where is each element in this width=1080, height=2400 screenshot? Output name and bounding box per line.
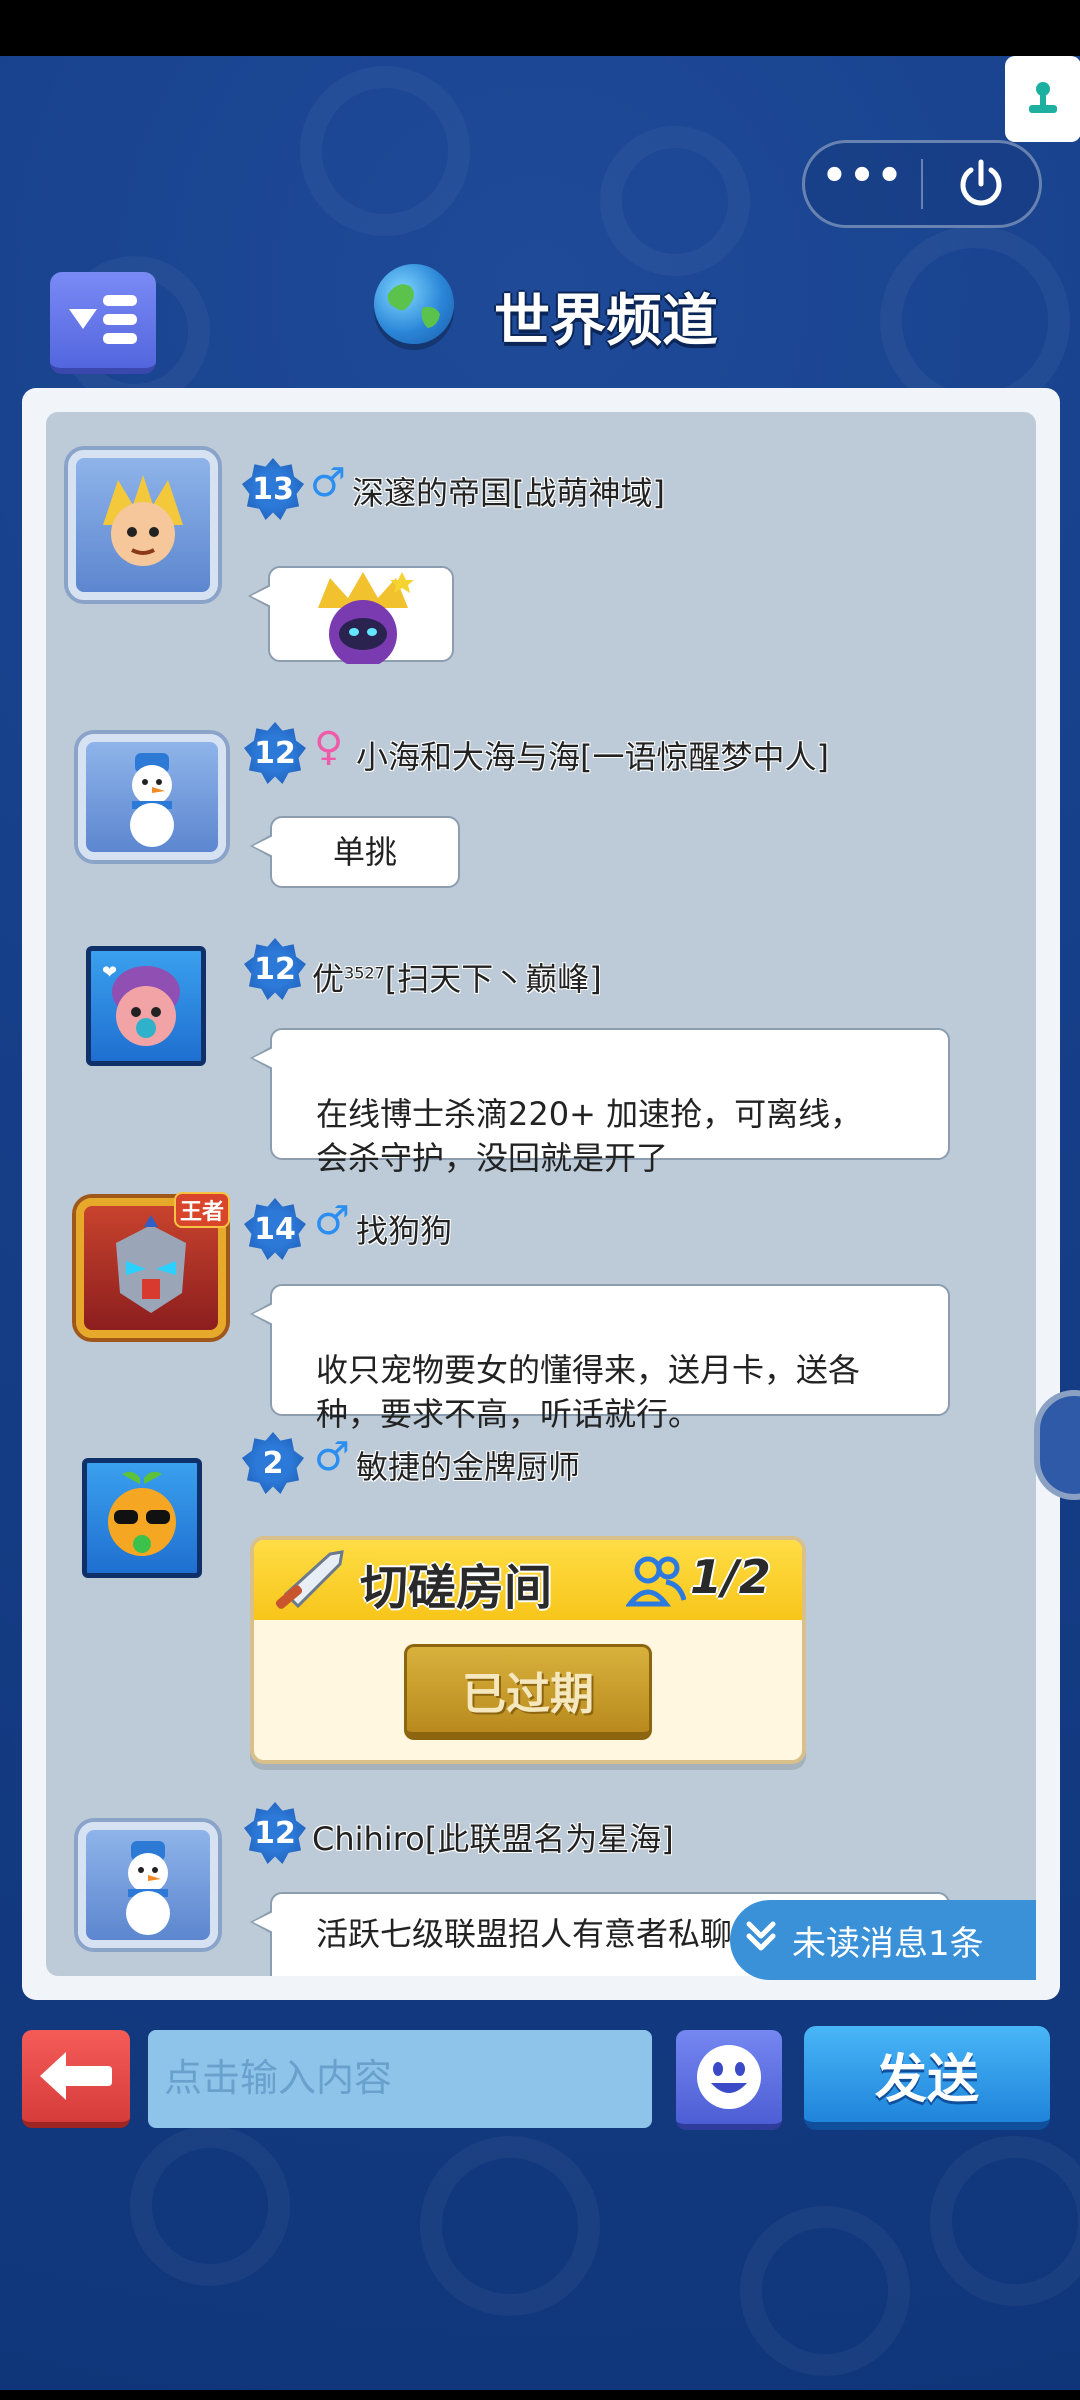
avatar[interactable] [78,1822,218,1948]
message-input[interactable] [148,2030,652,2128]
channel-menu-button[interactable] [50,272,156,374]
avatar-badge: 王者 [174,1192,231,1228]
level-badge: 14 [244,1198,306,1260]
room-title: 切磋房间 [360,1560,553,1616]
snowman-avatar-icon [126,1841,170,1935]
message-bubble: 在线博士杀滴220+ 加速抢，可离线， 会杀守护，没回就是开了 [250,1028,950,1177]
svg-text:❤: ❤ [102,962,117,983]
male-icon: ♂ [314,1198,350,1244]
floating-handle[interactable] [1034,1390,1080,1500]
expired-button[interactable]: 已过期 [404,1644,652,1740]
sword-icon [275,1550,344,1609]
male-icon: ♂ [314,1434,350,1480]
capsule-menu: ••• [802,140,1042,228]
battle-room-card[interactable]: 切磋房间 1/2 已过期 [250,1536,806,1764]
double-chevron-down-icon [730,1916,792,1964]
back-button[interactable] [22,2030,130,2128]
list-icon [69,295,137,344]
username[interactable]: 敏捷的金牌厨师 [356,1442,580,1488]
avatar[interactable] [82,1458,202,1578]
players-icon [626,1556,686,1607]
navigation-bar [0,2390,1080,2400]
level-badge: 12 [244,938,306,1000]
female-icon: ♀ [314,724,344,770]
avatar[interactable]: ❤ [86,946,206,1066]
username[interactable]: Chihiro[此联盟名为星海] [312,1814,674,1860]
avatar[interactable] [78,734,226,860]
status-bar [0,0,1080,56]
chat-panel: 13 ♂ 深邃的帝国[战萌神域] 12 ♀ 小海和大海与海[一语惊醒梦中人] 单… [22,388,1060,2000]
avatar[interactable] [68,450,218,600]
more-icon: ••• [821,153,905,199]
username[interactable]: 找狗狗 [356,1206,452,1252]
globe-icon [374,264,454,344]
room-card-header: 切磋房间 1/2 [254,1540,802,1620]
sticker-bubble [248,566,454,668]
male-icon: ♂ [310,460,346,506]
unread-messages-button[interactable]: 未读消息1条 [730,1900,1036,1980]
username[interactable]: 小海和大海与海[一语惊醒梦中人] [356,732,829,778]
message-text: 活跃七级联盟招人有意者私聊 [316,1915,733,1953]
send-button[interactable]: 发送 [804,2026,1050,2130]
more-button[interactable]: ••• [805,143,921,225]
mini-program-button[interactable] [1005,56,1080,142]
pink-girl-avatar-icon: ❤ [102,962,180,1046]
username[interactable]: 优3527[扫天下丶巅峰] [312,954,602,1000]
message-list[interactable]: 13 ♂ 深邃的帝国[战萌神域] 12 ♀ 小海和大海与海[一语惊醒梦中人] 单… [46,412,1036,1976]
level-badge: 12 [244,1802,306,1864]
message-bubble: 收只宠物要女的懂得来，送月卡，送各 种，要求不高，听话就行。 [250,1284,950,1433]
message-text: 单挑 [332,833,397,871]
username[interactable]: 深邃的帝国[战萌神域] [352,468,665,514]
wizard-sticker-icon [318,572,414,668]
level-badge: 12 [244,722,306,784]
message-text: 在线博士杀滴220+ 加速抢，可离线， 会杀守护，没回就是开了 [316,1095,863,1177]
hero-avatar-icon [103,475,183,566]
level-badge: 13 [242,458,304,520]
smiley-icon [697,2045,761,2109]
close-button[interactable] [923,143,1039,225]
level-badge: 2 [242,1432,304,1494]
joystick-icon [1029,82,1057,113]
mecha-avatar-icon [116,1215,186,1313]
arrow-left-icon [40,2052,112,2100]
power-icon [960,159,1002,206]
message-bubble: 单挑 [250,816,460,888]
emoji-button[interactable] [676,2030,782,2130]
message-text: 收只宠物要女的懂得来，送月卡，送各 种，要求不高，听话就行。 [316,1351,861,1433]
snowman-avatar-icon [130,753,174,847]
orange-sunglasses-avatar-icon [108,1471,176,1556]
room-player-count: 1/2 [690,1550,771,1604]
page-title: 世界频道 [494,289,718,354]
unread-label: 未读消息1条 [792,1923,984,1964]
